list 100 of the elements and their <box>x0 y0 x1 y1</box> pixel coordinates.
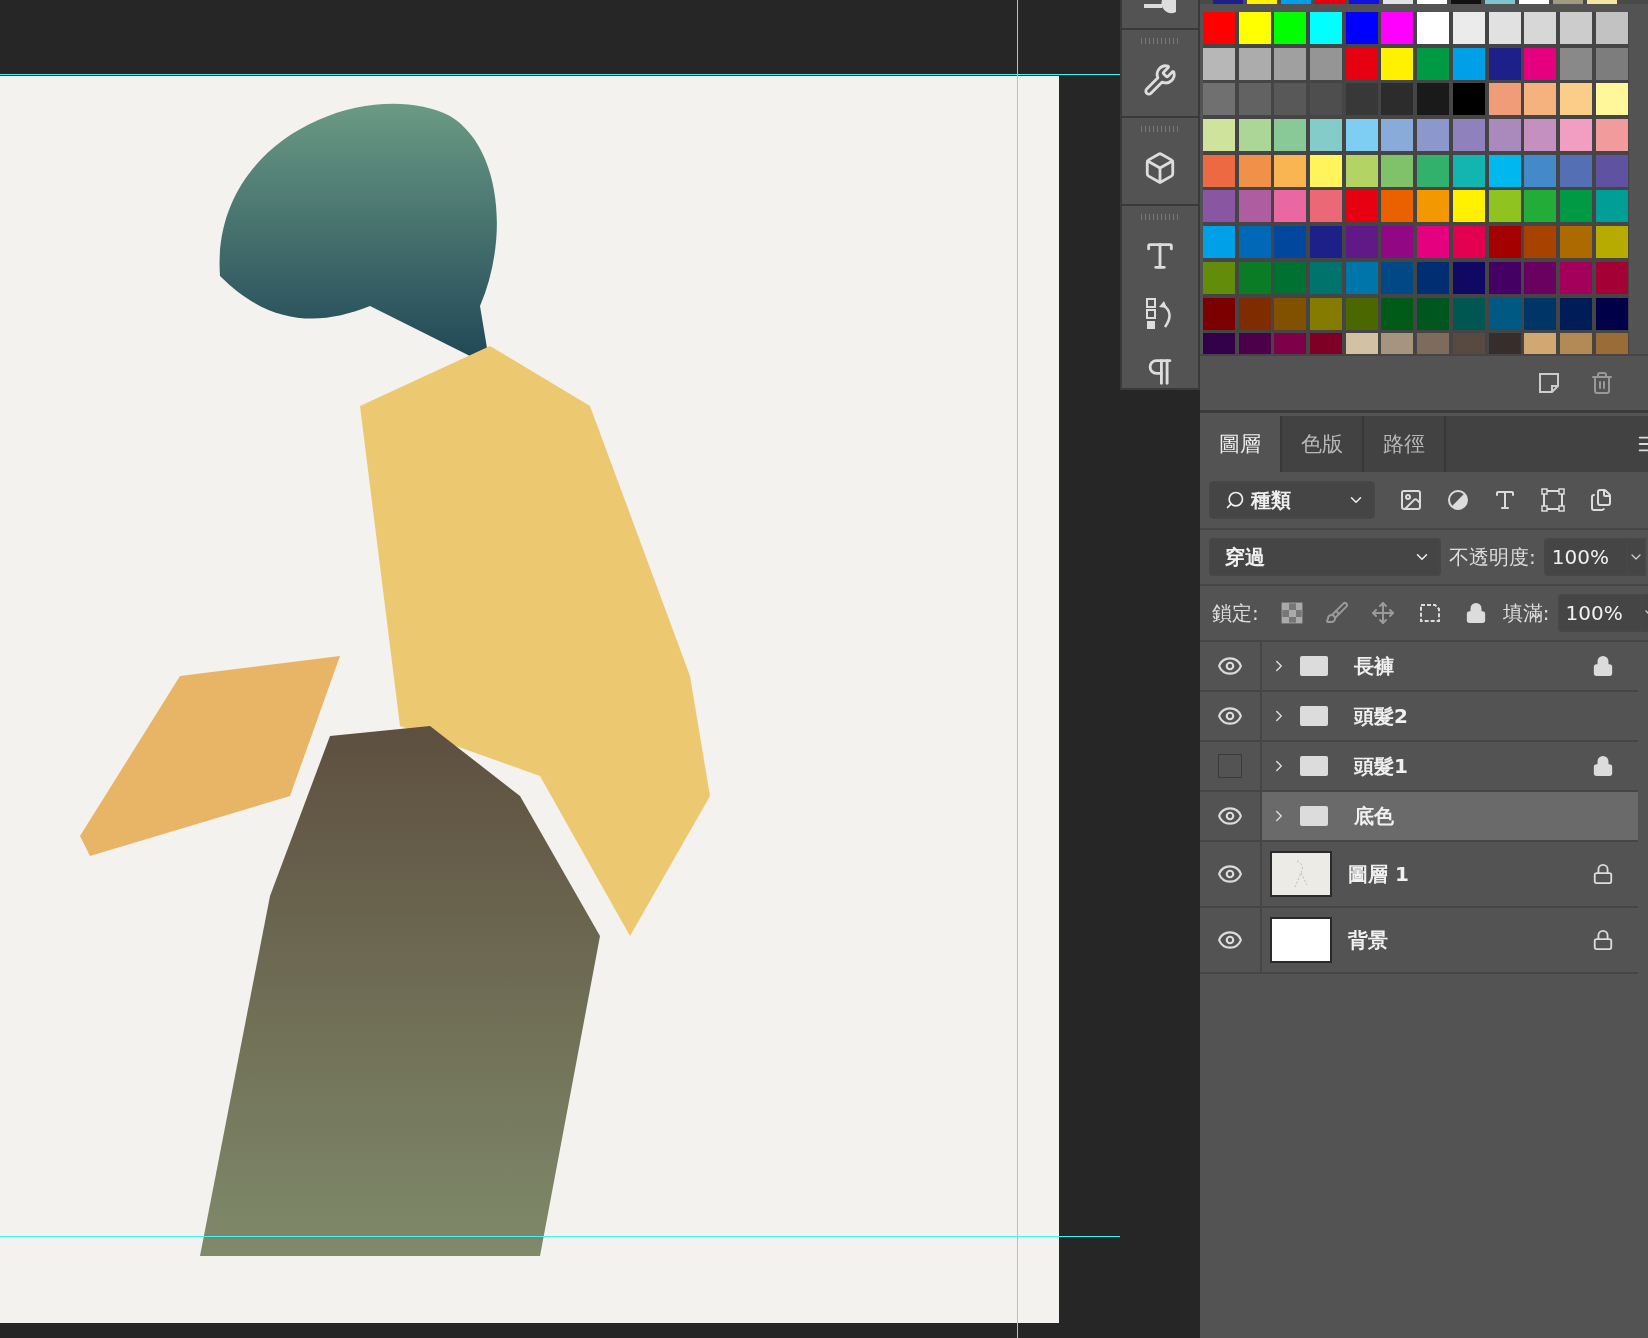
color-swatch[interactable] <box>1524 261 1557 294</box>
color-swatch[interactable] <box>1488 83 1521 116</box>
color-swatch[interactable] <box>1559 119 1592 152</box>
color-swatch[interactable] <box>1524 297 1557 330</box>
color-swatch[interactable] <box>1559 83 1592 116</box>
panel-tab[interactable]: 圖層 <box>1200 416 1282 472</box>
color-swatch[interactable] <box>1274 154 1307 187</box>
color-swatch[interactable] <box>1345 119 1378 152</box>
color-swatch[interactable] <box>1452 154 1485 187</box>
color-swatch[interactable] <box>1381 119 1414 152</box>
color-swatch[interactable] <box>1417 119 1450 152</box>
color-swatch[interactable] <box>1559 226 1592 259</box>
color-swatch[interactable] <box>1274 12 1307 44</box>
color-swatch[interactable] <box>1310 261 1343 294</box>
brush-icon[interactable] <box>1324 601 1349 625</box>
color-swatch[interactable] <box>1345 261 1378 294</box>
color-swatch[interactable] <box>1274 119 1307 152</box>
color-swatch[interactable] <box>1310 154 1343 187</box>
color-swatch[interactable] <box>1595 190 1628 223</box>
color-swatch[interactable] <box>1381 297 1414 330</box>
color-swatch[interactable] <box>1203 12 1235 44</box>
color-swatch[interactable] <box>1595 83 1628 116</box>
color-swatch[interactable] <box>1452 190 1485 223</box>
color-swatch[interactable] <box>1595 154 1628 187</box>
color-swatch[interactable] <box>1452 226 1485 259</box>
filter-dropdown[interactable]: 種類 <box>1209 481 1375 519</box>
color-swatch[interactable] <box>1417 83 1450 116</box>
lock-all-icon[interactable] <box>1464 602 1487 624</box>
color-swatch[interactable] <box>1488 190 1521 223</box>
color-swatch[interactable] <box>1203 119 1235 152</box>
color-swatch[interactable] <box>1310 12 1343 44</box>
color-swatch[interactable] <box>1559 190 1592 223</box>
color-swatch[interactable] <box>1595 12 1628 44</box>
color-swatch[interactable] <box>1381 83 1414 116</box>
color-swatch[interactable] <box>1203 190 1235 223</box>
color-swatch[interactable] <box>1417 12 1450 44</box>
color-swatch[interactable] <box>1488 119 1521 152</box>
move-icon[interactable] <box>1370 601 1395 625</box>
color-swatch[interactable] <box>1488 297 1521 330</box>
color-swatch[interactable] <box>1274 226 1307 259</box>
color-swatch[interactable] <box>1381 12 1414 44</box>
color-swatch[interactable] <box>1238 119 1271 152</box>
color-swatch[interactable] <box>1274 297 1307 330</box>
smart-object-filter-icon[interactable] <box>1589 488 1613 512</box>
trash-icon[interactable] <box>1590 371 1614 395</box>
color-swatch[interactable] <box>1417 47 1450 80</box>
color-swatch[interactable] <box>1524 47 1557 80</box>
color-swatch[interactable] <box>1488 47 1521 80</box>
color-swatch[interactable] <box>1345 297 1378 330</box>
color-swatch[interactable] <box>1274 261 1307 294</box>
color-swatch[interactable] <box>1452 119 1485 152</box>
color-swatch[interactable] <box>1417 190 1450 223</box>
color-swatch[interactable] <box>1238 226 1271 259</box>
color-swatch[interactable] <box>1238 297 1271 330</box>
color-swatch[interactable] <box>1238 154 1271 187</box>
color-swatch[interactable] <box>1345 226 1378 259</box>
blend-mode-dropdown[interactable]: 穿過 <box>1209 538 1441 576</box>
color-swatch[interactable] <box>1238 83 1271 116</box>
color-swatch[interactable] <box>1524 83 1557 116</box>
color-swatch[interactable] <box>1488 154 1521 187</box>
color-swatch[interactable] <box>1559 297 1592 330</box>
layer-row[interactable]: 底色 <box>1262 792 1638 840</box>
color-swatch[interactable] <box>1203 261 1235 294</box>
color-swatch[interactable] <box>1345 47 1378 80</box>
color-swatch[interactable] <box>1381 47 1414 80</box>
fill-field[interactable]: 100% <box>1557 594 1640 632</box>
color-swatch[interactable] <box>1488 12 1521 44</box>
color-swatch[interactable] <box>1203 297 1235 330</box>
color-swatch[interactable] <box>1310 297 1343 330</box>
color-swatch[interactable] <box>1595 119 1628 152</box>
color-swatch[interactable] <box>1452 47 1485 80</box>
color-swatch[interactable] <box>1274 190 1307 223</box>
color-swatch[interactable] <box>1524 12 1557 44</box>
color-swatch[interactable] <box>1488 261 1521 294</box>
color-swatch[interactable] <box>1524 190 1557 223</box>
color-swatch[interactable] <box>1203 83 1235 116</box>
color-swatch[interactable] <box>1238 190 1271 223</box>
color-swatch[interactable] <box>1452 83 1485 116</box>
color-swatch[interactable] <box>1381 261 1414 294</box>
color-swatch[interactable] <box>1310 119 1343 152</box>
color-swatch[interactable] <box>1595 226 1628 259</box>
new-swatch-icon[interactable] <box>1538 372 1560 394</box>
color-swatch[interactable] <box>1452 297 1485 330</box>
adjustment-filter-icon[interactable] <box>1447 489 1469 511</box>
caret-icon[interactable] <box>1625 538 1646 576</box>
color-swatch[interactable] <box>1524 154 1557 187</box>
visibility-toggle[interactable] <box>1218 754 1242 778</box>
color-swatch[interactable] <box>1238 261 1271 294</box>
color-swatch[interactable] <box>1345 154 1378 187</box>
color-swatch[interactable] <box>1310 47 1343 80</box>
lock-transparency-icon[interactable] <box>1280 602 1303 624</box>
color-swatch[interactable] <box>1524 119 1557 152</box>
color-swatch[interactable] <box>1595 261 1628 294</box>
color-swatch[interactable] <box>1488 226 1521 259</box>
color-swatch[interactable] <box>1452 261 1485 294</box>
color-swatch[interactable] <box>1381 226 1414 259</box>
shape-filter-icon[interactable] <box>1541 488 1565 512</box>
color-swatch[interactable] <box>1238 12 1271 44</box>
color-swatch[interactable] <box>1381 190 1414 223</box>
color-swatch[interactable] <box>1559 154 1592 187</box>
